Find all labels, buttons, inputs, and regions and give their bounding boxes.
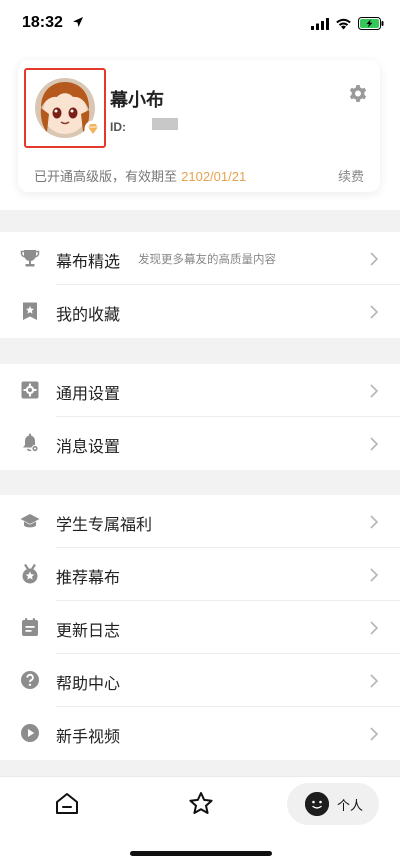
profile-section: 幕小布 ID: 已开通高级版，有效期至 2102/01/21 续费 (0, 50, 400, 210)
menu-item-label: 通用设置 (56, 384, 121, 403)
profile-card[interactable]: 幕小布 ID: 已开通高级版，有效期至 2102/01/21 续费 (18, 60, 380, 192)
tab-profile[interactable]: 个人 (287, 783, 379, 825)
menu-item-label: 新手视频 (56, 727, 121, 746)
menu-item-subtitle: 发现更多幕友的高质量内容 (138, 252, 276, 266)
chevron-right-icon (370, 620, 379, 639)
chevron-right-icon (370, 383, 379, 402)
menu-item-label: 更新日志 (56, 621, 121, 640)
chevron-right-icon (370, 567, 379, 586)
gear-icon[interactable] (348, 84, 368, 108)
menu-item-help-center[interactable]: 帮助中心 (0, 654, 400, 707)
bookmark-star-icon (20, 301, 40, 321)
gear-icon (20, 380, 40, 400)
vip-status-text: 已开通高级版，有效期至 (34, 170, 182, 185)
user-name: 幕小布 (110, 90, 164, 111)
chevron-right-icon (370, 304, 379, 323)
battery-charging-icon (358, 15, 384, 34)
menu-item-label: 学生专属福利 (56, 515, 153, 534)
chevron-right-icon (370, 726, 379, 745)
user-id-redacted (152, 118, 178, 130)
trophy-icon (20, 248, 40, 268)
vip-badge-icon (84, 120, 102, 142)
smiley-face-icon (305, 792, 329, 816)
menu-item-notification-settings[interactable]: 消息设置 (0, 417, 400, 470)
avatar-highlight[interactable] (24, 68, 106, 148)
menu-item-label: 幕布精选 (56, 252, 121, 271)
vip-expiry-date: 2102/01/21 (181, 169, 247, 184)
wifi-icon (335, 15, 352, 34)
bell-settings-icon (20, 433, 40, 453)
chevron-right-icon (370, 436, 379, 455)
home-indicator (130, 851, 272, 856)
menu-item-label: 我的收藏 (56, 305, 121, 324)
signal-icon (311, 15, 329, 34)
menu-item-label: 消息设置 (56, 437, 121, 456)
menu-item-recommend[interactable]: 推荐幕布 (0, 548, 400, 601)
menu-item-changelog[interactable]: 更新日志 (0, 601, 400, 654)
graduation-cap-icon (20, 511, 40, 531)
medal-icon (20, 563, 40, 584)
tab-profile-label: 个人 (337, 799, 364, 814)
calendar-log-icon (20, 617, 40, 637)
location-arrow-icon (72, 13, 84, 32)
menu-group-1: 幕布精选 发现更多幕友的高质量内容 我的收藏 (0, 232, 400, 338)
star-icon[interactable] (187, 790, 215, 818)
menu-group-2: 通用设置 消息设置 (0, 364, 400, 470)
help-circle-icon (20, 670, 40, 690)
menu-group-3: 学生专属福利 推荐幕布 更新日志 帮助中心 新手视频 (0, 495, 400, 760)
status-time: 18:32 (22, 14, 63, 31)
renew-link[interactable]: 续费 (338, 166, 364, 185)
chevron-right-icon (370, 673, 379, 692)
vip-status: 已开通高级版，有效期至 2102/01/21 (34, 166, 246, 185)
chevron-right-icon (370, 251, 379, 270)
menu-item-label: 推荐幕布 (56, 568, 121, 587)
play-circle-icon (20, 723, 40, 743)
menu-item-favorites[interactable]: 我的收藏 (0, 285, 400, 338)
menu-item-featured[interactable]: 幕布精选 发现更多幕友的高质量内容 (0, 232, 400, 285)
status-icons (311, 15, 384, 34)
menu-item-label: 帮助中心 (56, 674, 121, 693)
menu-item-student-benefits[interactable]: 学生专属福利 (0, 495, 400, 548)
menu-item-tutorial-videos[interactable]: 新手视频 (0, 707, 400, 760)
menu-item-general-settings[interactable]: 通用设置 (0, 364, 400, 417)
home-icon[interactable] (54, 791, 80, 817)
status-bar: 18:32 (0, 0, 400, 50)
chevron-right-icon (370, 514, 379, 533)
user-id-label: ID: (110, 120, 126, 134)
